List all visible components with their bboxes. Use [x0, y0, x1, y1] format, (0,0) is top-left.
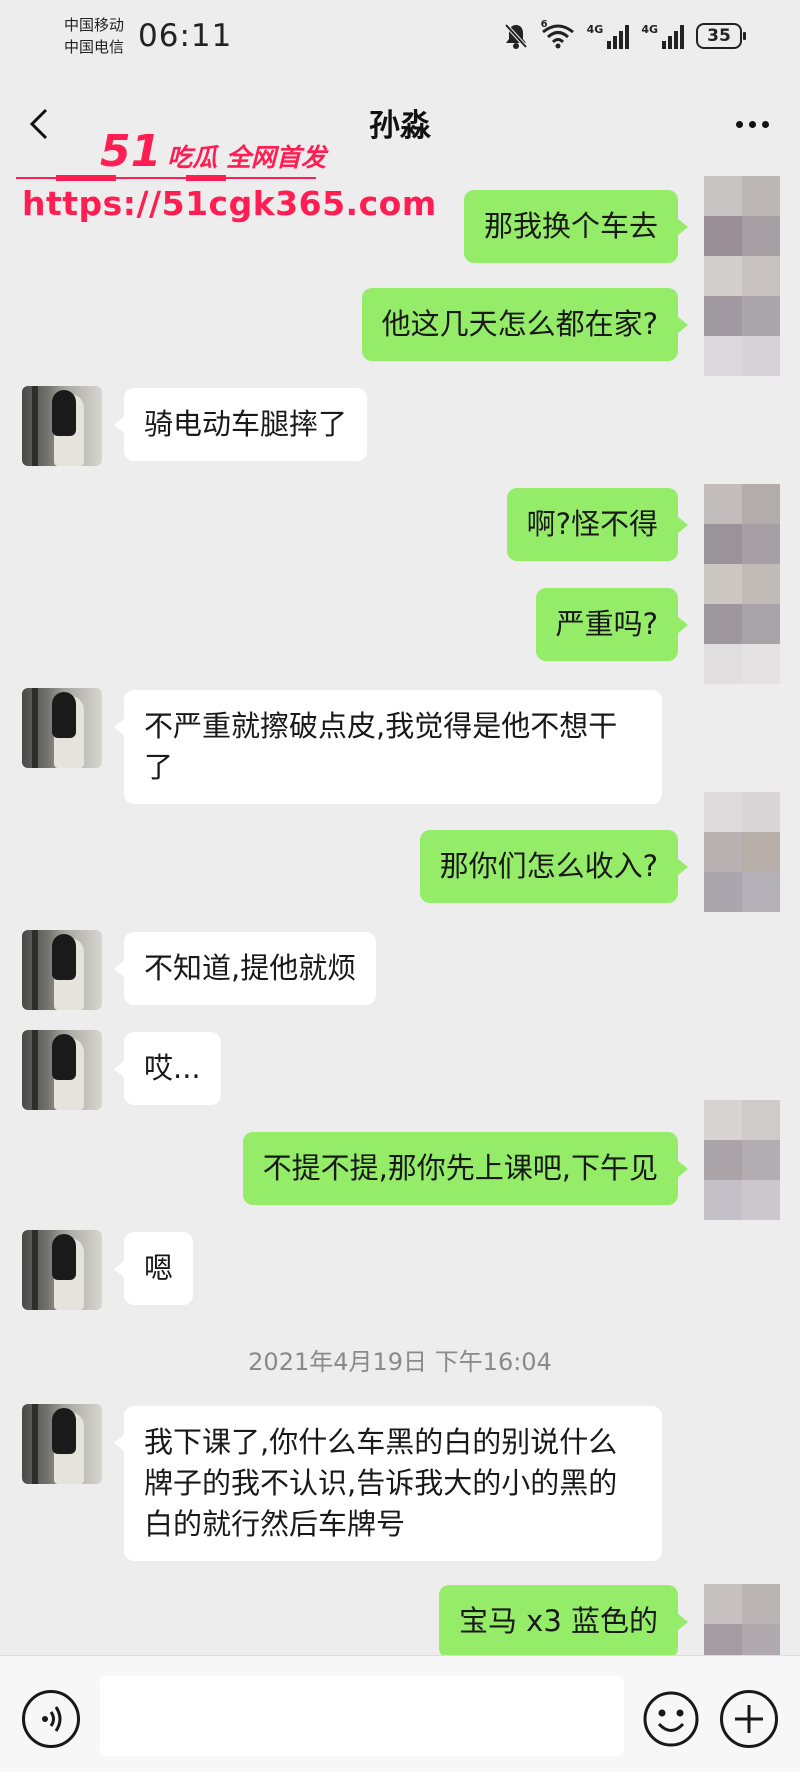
voice-icon[interactable] [22, 1690, 80, 1748]
mosaic-tile [704, 256, 742, 296]
mosaic-tile [742, 1100, 780, 1140]
emoji-icon[interactable] [642, 1690, 700, 1748]
mosaic-tile [704, 216, 742, 256]
message-bubble-incoming[interactable]: 嗯 [113, 1232, 194, 1305]
message-bubble-outgoing[interactable]: 严重吗? [535, 588, 689, 661]
chat-input-bar [0, 1655, 800, 1772]
contact-avatar[interactable] [22, 386, 102, 466]
avatar-detail [32, 1230, 38, 1310]
mosaic-tile [704, 564, 742, 604]
mosaic-tile [742, 832, 780, 872]
mosaic-tile [704, 832, 742, 872]
watermark-banner: 51 吃瓜 全网首发 [100, 128, 326, 176]
watermark-url: https://51cgk365.com [22, 184, 437, 223]
mosaic-tile [742, 1140, 780, 1180]
message-bubble-outgoing[interactable]: 他这几天怎么都在家? [361, 288, 689, 361]
plus-icon[interactable] [720, 1690, 778, 1748]
mosaic-tile [704, 1584, 742, 1624]
blurred-avatar [704, 1100, 780, 1220]
watermark-underline [16, 175, 316, 181]
mosaic-tile [742, 564, 780, 604]
avatar-detail [32, 930, 38, 1010]
message-timestamp: 2021年4月19日 下午16:04 [248, 1348, 552, 1376]
mosaic-tile [742, 176, 780, 216]
mosaic-tile [742, 1584, 780, 1624]
blurred-avatar [704, 176, 780, 376]
contact-avatar[interactable] [22, 1030, 102, 1110]
avatar-detail [32, 386, 38, 466]
message-bubble-outgoing[interactable]: 宝马 x3 蓝色的 [438, 1585, 689, 1658]
avatar-detail [52, 390, 76, 436]
contact-avatar[interactable] [22, 930, 102, 1010]
mosaic-tile [704, 1140, 742, 1180]
message-bubble-incoming[interactable]: 不严重就擦破点皮,我觉得是他不想干了 [114, 690, 662, 804]
blurred-avatar [704, 792, 780, 912]
mosaic-tile [742, 604, 780, 644]
mosaic-tile [704, 644, 742, 684]
mosaic-tile [742, 1180, 780, 1220]
mosaic-tile [704, 792, 742, 832]
message-list[interactable]: 那我换个车去 他这几天怎么都在家? 骑电动车腿摔了 啊?怪不得 严重吗? 不严重… [0, 0, 800, 1664]
message-bubble-incoming[interactable]: 不知道,提他就烦 [113, 932, 377, 1005]
avatar-detail [32, 688, 38, 768]
mosaic-tile [742, 484, 780, 524]
mosaic-tile [704, 1180, 742, 1220]
contact-avatar[interactable] [22, 1230, 102, 1310]
mosaic-tile [742, 336, 780, 376]
mosaic-tile [704, 524, 742, 564]
watermark-number: 51 [100, 126, 162, 177]
mosaic-tile [704, 296, 742, 336]
avatar-detail [32, 1404, 38, 1484]
watermark-brand: 吃瓜 全网首发 [167, 143, 326, 172]
message-input[interactable] [100, 1676, 624, 1756]
contact-avatar[interactable] [22, 1404, 102, 1484]
mosaic-tile [704, 176, 742, 216]
mosaic-tile [742, 872, 780, 912]
mosaic-tile [742, 792, 780, 832]
message-bubble-outgoing[interactable]: 那你们怎么收入? [419, 830, 689, 903]
mosaic-tile [704, 484, 742, 524]
mosaic-tile [704, 1100, 742, 1140]
message-bubble-outgoing[interactable]: 那我换个车去 [463, 190, 689, 263]
message-bubble-outgoing[interactable]: 不提不提,那你先上课吧,下午见 [242, 1132, 689, 1205]
mosaic-tile [704, 604, 742, 644]
avatar-detail [52, 1234, 76, 1280]
mosaic-tile [742, 216, 780, 256]
watermark: 51 吃瓜 全网首发 https://51cgk365.com [14, 128, 436, 228]
message-bubble-incoming[interactable]: 哎... [114, 1032, 221, 1105]
avatar-detail [32, 1030, 38, 1110]
mosaic-tile [704, 872, 742, 912]
avatar-detail [52, 934, 76, 980]
avatar-detail [52, 692, 76, 738]
mosaic-tile [742, 296, 780, 336]
message-bubble-incoming[interactable]: 骑电动车腿摔了 [113, 388, 368, 461]
mosaic-tile [742, 644, 780, 684]
message-bubble-incoming[interactable]: 我下课了,你什么车黑的白的别说什么牌子的我不认识,告诉我大的小的黑的白的就行然后… [114, 1406, 662, 1561]
avatar-detail [52, 1408, 76, 1454]
mosaic-tile [704, 336, 742, 376]
blurred-avatar [704, 484, 780, 684]
message-bubble-outgoing[interactable]: 啊?怪不得 [506, 488, 689, 561]
mosaic-tile [742, 256, 780, 296]
avatar-detail [52, 1034, 76, 1080]
contact-avatar[interactable] [22, 688, 102, 768]
mosaic-tile [742, 524, 780, 564]
blurred-avatar [704, 1584, 780, 1664]
